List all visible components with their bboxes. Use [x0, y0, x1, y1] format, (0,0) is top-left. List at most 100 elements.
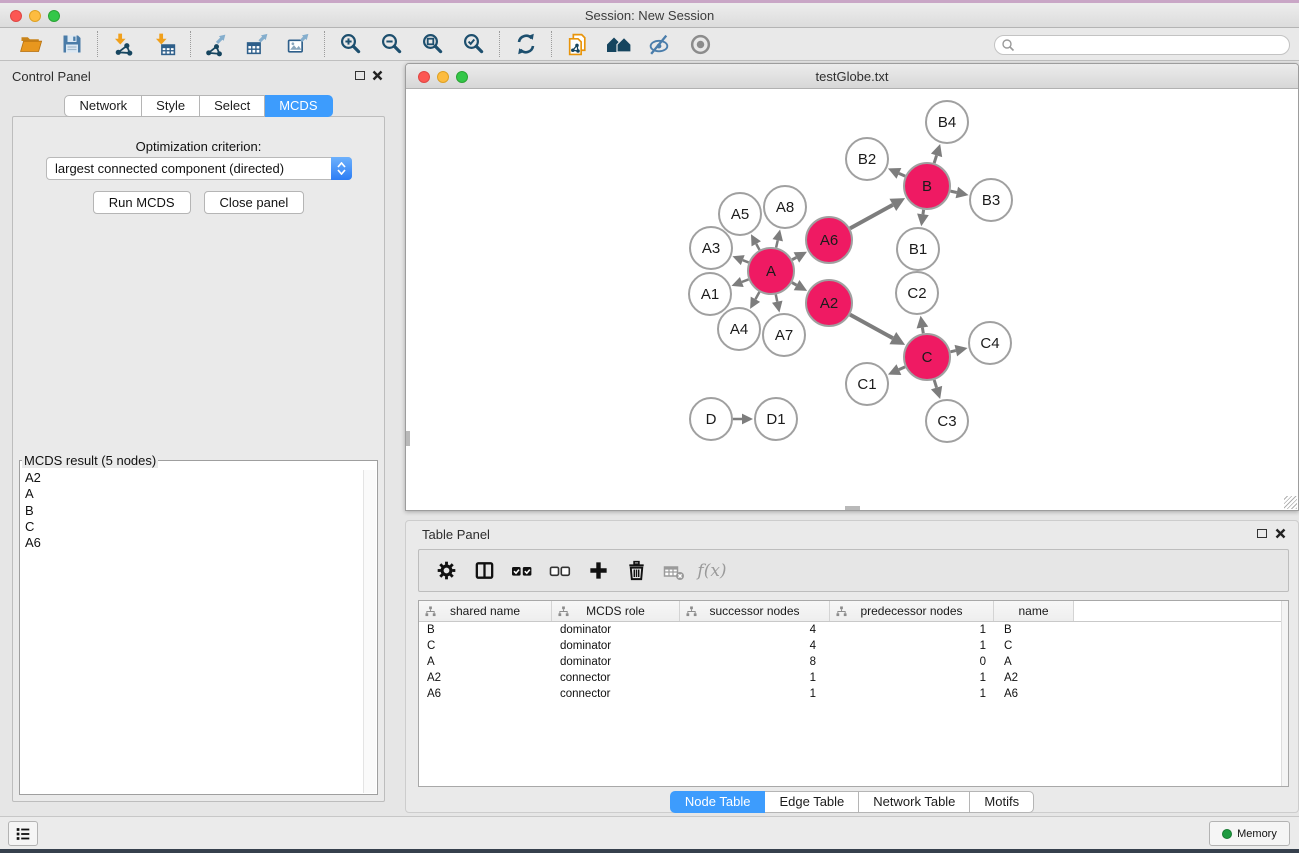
tab-network[interactable]: Network: [64, 95, 142, 117]
close-panel-icon[interactable]: [372, 70, 383, 81]
show-tasks-button[interactable]: [8, 821, 38, 846]
table-row[interactable]: A6connector11A6: [419, 686, 1288, 702]
export-image-button[interactable]: [278, 30, 319, 58]
column-header[interactable]: shared name: [419, 601, 552, 621]
network-zoom-button[interactable]: [456, 71, 468, 83]
tab-network-table[interactable]: Network Table: [859, 791, 970, 813]
open-file-button[interactable]: [10, 30, 51, 58]
graph-edge[interactable]: [756, 244, 759, 250]
graph-edge[interactable]: [776, 240, 778, 247]
tab-style[interactable]: Style: [142, 95, 200, 117]
zoom-fit-button[interactable]: [412, 30, 453, 58]
table-row[interactable]: Bdominator41B: [419, 622, 1288, 638]
column-header[interactable]: successor nodes: [680, 601, 830, 621]
table-row[interactable]: A2connector11A2: [419, 670, 1288, 686]
table-cell: A2: [419, 670, 552, 686]
zoom-out-button[interactable]: [371, 30, 412, 58]
result-item[interactable]: C: [21, 519, 362, 535]
network-close-button[interactable]: [418, 71, 430, 83]
tab-motifs[interactable]: Motifs: [970, 791, 1034, 813]
network-window-titlebar[interactable]: testGlobe.txt: [406, 64, 1298, 89]
graph-edge[interactable]: [792, 257, 796, 259]
table-header-row: shared nameMCDS rolesuccessor nodesprede…: [419, 601, 1288, 622]
show-details-button[interactable]: [680, 30, 721, 58]
table-tabs: Node TableEdge TableNetwork TableMotifs: [406, 791, 1298, 813]
column-header[interactable]: name: [994, 601, 1074, 621]
toolbar-separator: [97, 31, 98, 57]
tab-mcds[interactable]: MCDS: [265, 95, 332, 117]
zoom-window-button[interactable]: [48, 10, 60, 22]
deselect-all-button[interactable]: [541, 554, 579, 588]
apply-layout-button[interactable]: [598, 30, 639, 58]
canvas-hscroll-thumb[interactable]: [845, 506, 860, 510]
zoom-in-button[interactable]: [330, 30, 371, 58]
table-scrollbar[interactable]: [1281, 601, 1288, 786]
column-selector-button[interactable]: [465, 554, 503, 588]
export-network-icon: [204, 32, 229, 57]
search-input[interactable]: [1015, 37, 1289, 53]
function-builder-button[interactable]: f(x): [693, 554, 731, 588]
delete-table-button[interactable]: [655, 554, 693, 588]
table-row[interactable]: Adominator80A: [419, 654, 1288, 670]
graph-edge[interactable]: [923, 210, 924, 215]
result-item[interactable]: B: [21, 503, 362, 519]
add-column-button[interactable]: [579, 554, 617, 588]
network-minimize-button[interactable]: [437, 71, 449, 83]
optimization-criterion-dropdown[interactable]: largest connected component (directed): [46, 157, 352, 180]
graph-edge[interactable]: [792, 283, 797, 286]
graph-edge[interactable]: [743, 260, 749, 262]
zoom-selected-button[interactable]: [453, 30, 494, 58]
save-session-button[interactable]: [51, 30, 92, 58]
graph-edge[interactable]: [776, 295, 777, 302]
result-item[interactable]: A6: [21, 535, 362, 551]
clone-network-button[interactable]: [557, 30, 598, 58]
node-label: B4: [938, 114, 956, 131]
import-network-button[interactable]: [103, 30, 144, 58]
float-table-panel-icon[interactable]: [1257, 529, 1267, 538]
graph-edge[interactable]: [742, 279, 749, 282]
memory-button[interactable]: Memory: [1209, 821, 1290, 846]
tab-edge-table[interactable]: Edge Table: [765, 791, 859, 813]
delete-column-button[interactable]: [617, 554, 655, 588]
column-header[interactable]: MCDS role: [552, 601, 680, 621]
result-item[interactable]: A: [21, 486, 362, 502]
table-row[interactable]: Cdominator41C: [419, 638, 1288, 654]
result-item[interactable]: A2: [21, 470, 362, 486]
search-box[interactable]: [994, 35, 1290, 55]
toolbar-separator: [324, 31, 325, 57]
graph-edge[interactable]: [934, 380, 936, 388]
tab-node-table[interactable]: Node Table: [670, 791, 766, 813]
mcds-result-list[interactable]: A2ABCA6: [21, 470, 362, 793]
edge-arrowhead-icon: [917, 214, 929, 227]
network-canvas[interactable]: B4B2BB3A8A5A6A3B1AC2A1A2A4A7C4CC1C3DD1: [406, 90, 1298, 510]
graph-edge[interactable]: [899, 173, 905, 176]
graph-edge[interactable]: [850, 315, 893, 339]
canvas-vscroll-thumb[interactable]: [406, 431, 410, 446]
import-table-button[interactable]: [144, 30, 185, 58]
close-panel-button[interactable]: Close panel: [204, 191, 305, 214]
zoom-fit-icon: [421, 32, 445, 56]
tab-select[interactable]: Select: [200, 95, 265, 117]
graph-edge[interactable]: [850, 205, 893, 229]
graph-edge[interactable]: [899, 367, 905, 370]
table-settings-button[interactable]: [427, 554, 465, 588]
run-mcds-button[interactable]: Run MCDS: [93, 191, 191, 214]
minimize-window-button[interactable]: [29, 10, 41, 22]
column-header[interactable]: predecessor nodes: [830, 601, 994, 621]
graph-edge[interactable]: [950, 191, 956, 192]
hide-details-button[interactable]: [639, 30, 680, 58]
graph-edge[interactable]: [934, 155, 936, 163]
graph-edge[interactable]: [922, 328, 923, 334]
close-table-panel-icon[interactable]: [1275, 528, 1286, 539]
select-all-button[interactable]: [503, 554, 541, 588]
refresh-button[interactable]: [505, 30, 546, 58]
close-window-button[interactable]: [10, 10, 22, 22]
control-panel-header: Control Panel: [4, 63, 393, 89]
graph-edge[interactable]: [950, 351, 955, 352]
resize-grip-icon[interactable]: [1284, 496, 1297, 509]
export-table-button[interactable]: [237, 30, 278, 58]
result-scrollbar[interactable]: [363, 470, 376, 793]
graph-edge[interactable]: [755, 292, 759, 299]
float-panel-icon[interactable]: [355, 71, 365, 80]
export-network-button[interactable]: [196, 30, 237, 58]
